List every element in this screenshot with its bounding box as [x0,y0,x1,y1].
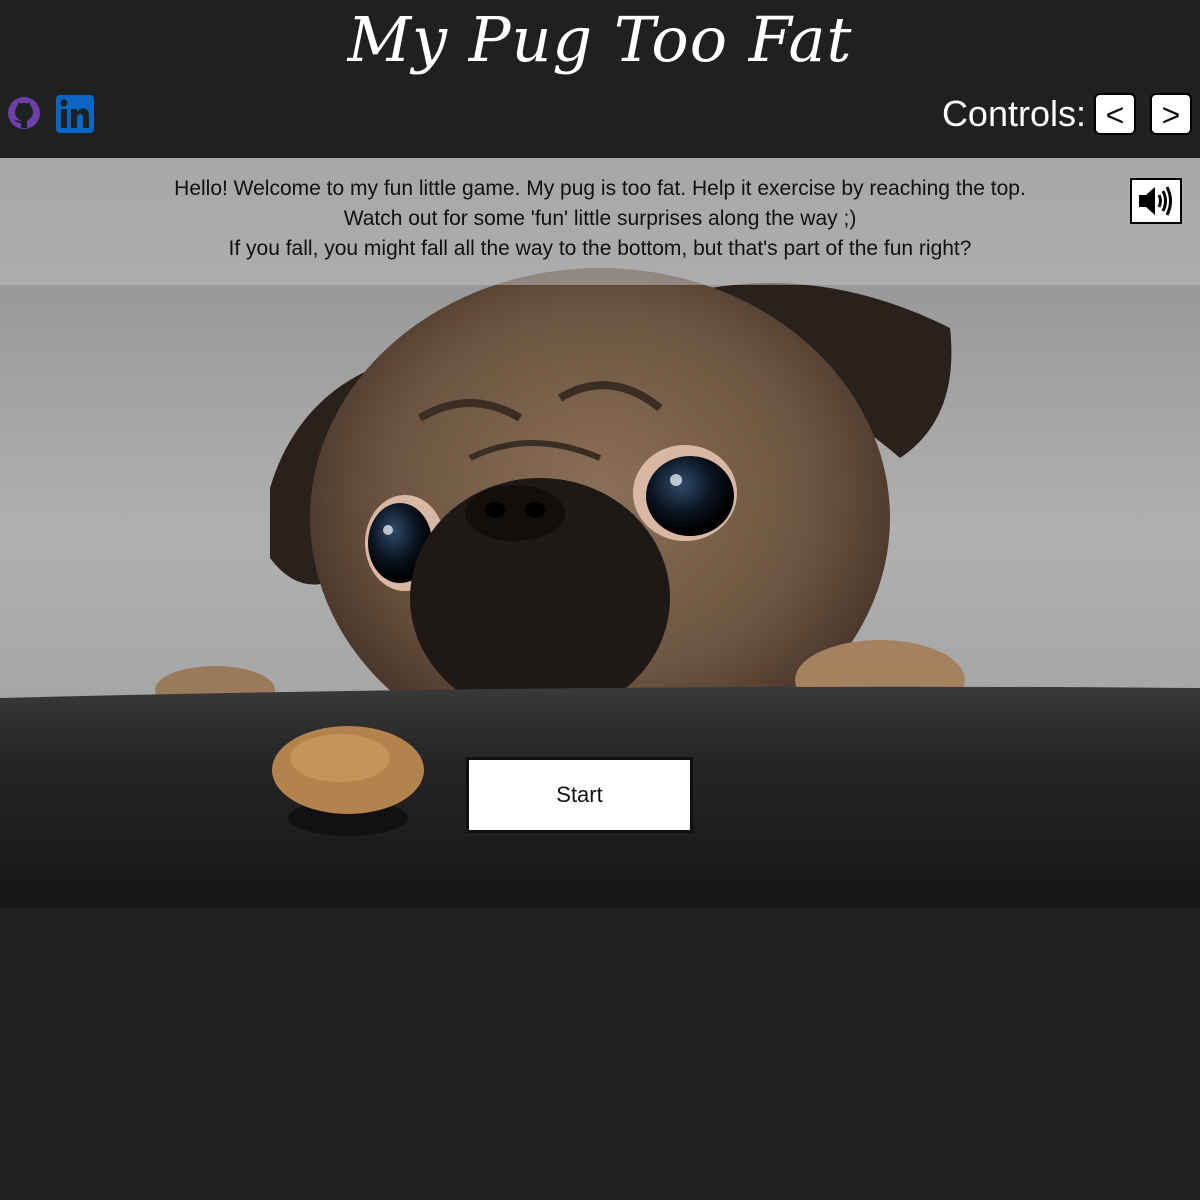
intro-line-2: Watch out for some 'fun' little surprise… [343,207,857,230]
controls-label: Controls: [941,93,1086,134]
game-stage[interactable]: Hello! Welcome to my fun little game. My… [0,158,1200,908]
intro-line-1: Hello! Welcome to my fun little game. My… [174,177,1026,200]
intro-text: Hello! Welcome to my fun little game. My… [0,158,1200,285]
controls-bar: Controls: < > [942,92,1192,136]
left-key-button[interactable]: < [1094,93,1136,135]
start-button[interactable]: Start [466,757,693,833]
linkedin-icon [56,95,94,133]
sound-toggle-button[interactable] [1130,178,1182,224]
intro-line-3: If you fall, you might fall all the way … [228,237,972,260]
speaker-icon [1139,186,1172,216]
linkedin-link[interactable] [56,95,94,133]
right-key-button[interactable]: > [1150,93,1192,135]
github-icon [8,97,40,129]
github-link[interactable] [6,95,42,131]
social-links [6,95,94,133]
page-title: My Pug Too Fat [347,3,853,76]
